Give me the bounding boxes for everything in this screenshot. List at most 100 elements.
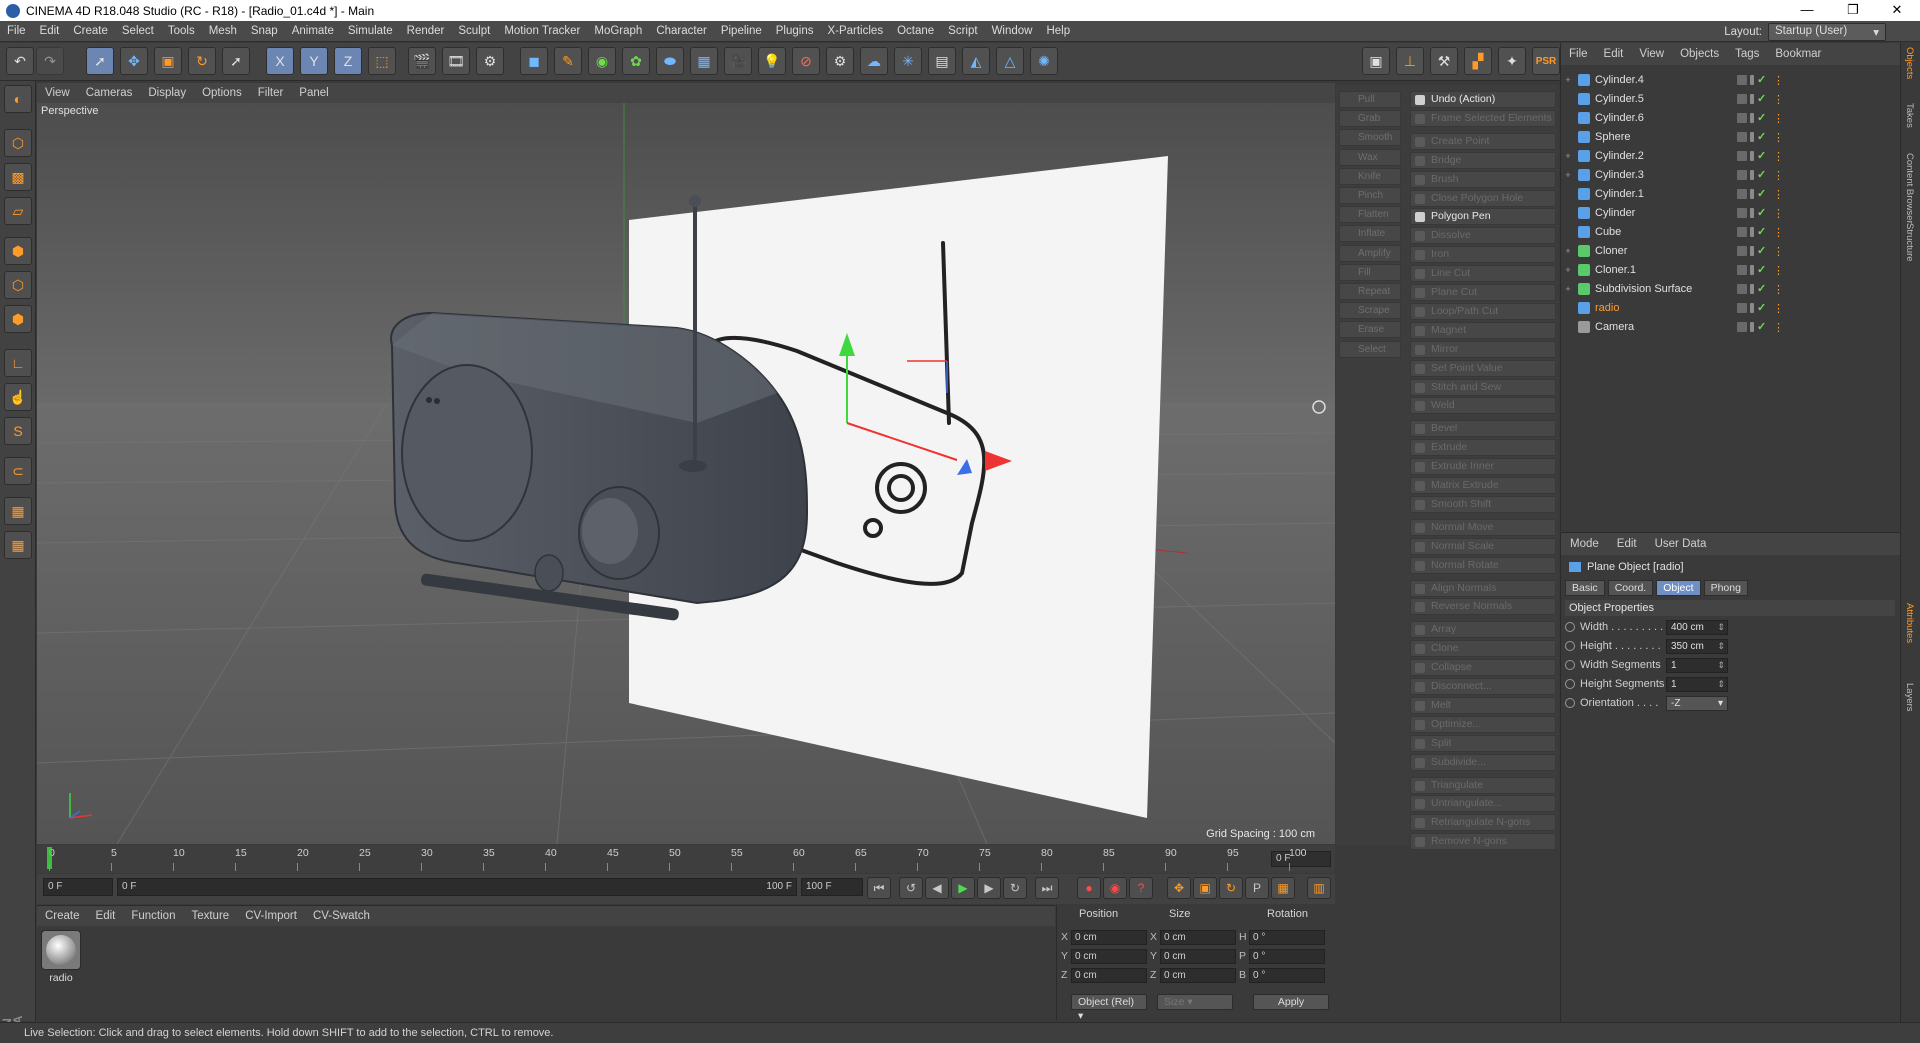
visibility-toggles[interactable]: ✓ (1737, 283, 1766, 294)
object-row-cylinder-5[interactable]: Cylinder.5 ✓ ⋮ (1561, 89, 1901, 108)
object-row-camera[interactable]: Camera ✓ ⋮ (1561, 317, 1901, 336)
texture-mode-icon[interactable]: ▩ (4, 163, 32, 191)
phong-tag-icon[interactable]: ⋮ (1773, 226, 1785, 239)
object-row-cylinder-4[interactable]: + Cylinder.4 ✓ ⋮ (1561, 70, 1901, 89)
phong-tag-icon[interactable]: ⋮ (1773, 283, 1785, 296)
command-retriangulate-n-gons[interactable]: Retriangulate N-gons (1410, 814, 1556, 832)
frame-range-slider[interactable]: 0 F 100 F (117, 878, 797, 896)
object-name[interactable]: Cylinder.1 (1595, 188, 1733, 200)
object-name[interactable]: Cylinder.2 (1595, 150, 1733, 162)
start-frame-field[interactable]: 0 F (43, 878, 113, 896)
position-field[interactable]: 0 cm (1071, 948, 1147, 964)
phong-tag-icon[interactable]: ⋮ (1773, 112, 1785, 125)
solo-icon[interactable]: S (4, 417, 32, 445)
render-view-icon[interactable]: 🎬 (408, 47, 436, 75)
sculpt-icon[interactable]: ⊘ (792, 47, 820, 75)
enabled-check-icon[interactable]: ✓ (1757, 169, 1766, 180)
object-menu-tags[interactable]: Tags (1727, 48, 1767, 60)
expand-icon[interactable]: + (1561, 246, 1575, 256)
animate-toggle-icon[interactable] (1565, 660, 1575, 670)
property-field[interactable]: 1 (1666, 676, 1728, 692)
phong-tag-icon[interactable]: ⋮ (1773, 188, 1785, 201)
position-field[interactable]: 0 cm (1071, 929, 1147, 945)
z-axis-lock-icon[interactable]: Z (334, 47, 362, 75)
visibility-dots-icon[interactable] (1750, 93, 1754, 104)
command-normal-scale[interactable]: Normal Scale (1410, 537, 1556, 555)
object-row-sphere[interactable]: Sphere ✓ ⋮ (1561, 127, 1901, 146)
command-extrude[interactable]: Extrude (1410, 439, 1556, 457)
recent-tools-icon[interactable]: ➚ (222, 47, 250, 75)
material-menu-texture[interactable]: Texture (183, 910, 237, 922)
lock-workplane-icon[interactable]: ▦ (4, 497, 32, 525)
animate-toggle-icon[interactable] (1565, 622, 1575, 632)
expand-icon[interactable]: + (1561, 284, 1575, 294)
menu-file[interactable]: File (0, 25, 33, 37)
visibility-dots-icon[interactable] (1750, 226, 1754, 237)
object-name[interactable]: Cylinder.6 (1595, 112, 1733, 124)
command-triangulate[interactable]: Triangulate (1410, 776, 1556, 794)
command-weld[interactable]: Weld (1410, 397, 1556, 415)
key-parameter-icon[interactable]: P (1245, 877, 1269, 899)
command-knife[interactable]: Knife (1339, 167, 1401, 185)
tab-object[interactable]: Object (1656, 580, 1701, 596)
menu-select[interactable]: Select (115, 25, 161, 37)
keyframe-selection-icon[interactable]: ? (1129, 877, 1153, 899)
command-array[interactable]: Array (1410, 621, 1556, 639)
visibility-toggles[interactable]: ✓ (1737, 302, 1766, 313)
expand-icon[interactable]: + (1561, 75, 1575, 85)
visibility-dots-icon[interactable] (1750, 207, 1754, 218)
subdivision-surface-icon[interactable]: ◉ (588, 47, 616, 75)
grid-icon[interactable]: ▤ (928, 47, 956, 75)
material-menu-function[interactable]: Function (123, 910, 183, 922)
object-row-cloner[interactable]: + Cloner ✓ ⋮ (1561, 241, 1901, 260)
coordinate-mode-dropdown[interactable]: Object (Rel) ▾ (1071, 994, 1147, 1022)
menu-simulate[interactable]: Simulate (341, 25, 400, 37)
command-undo-action[interactable]: Undo (Action) (1410, 91, 1556, 108)
menu-script[interactable]: Script (941, 25, 984, 37)
rotation-field[interactable]: 0 ° (1249, 948, 1325, 964)
command-brush[interactable]: Brush (1410, 170, 1556, 188)
object-name[interactable]: Cylinder.3 (1595, 169, 1733, 181)
make-editable-icon[interactable]: ◐ (4, 85, 32, 113)
editor-camera-icon[interactable]: ▣ (1362, 47, 1390, 75)
animate-toggle-icon[interactable] (1565, 641, 1575, 651)
scale-tool-icon[interactable]: ▣ (154, 47, 182, 75)
phong-tag-icon[interactable]: ⋮ (1773, 131, 1785, 144)
enabled-check-icon[interactable]: ✓ (1757, 74, 1766, 85)
render-picture-viewer-icon[interactable]: 🎞 (442, 47, 470, 75)
axis-tool-icon[interactable]: ⚒ (1430, 47, 1458, 75)
menu-sculpt[interactable]: Sculpt (451, 25, 497, 37)
key-position-icon[interactable]: ✥ (1167, 877, 1191, 899)
phong-tag-icon[interactable]: ⋮ (1773, 150, 1785, 163)
command-bridge[interactable]: Bridge (1410, 151, 1556, 169)
object-menu-view[interactable]: View (1631, 48, 1672, 60)
command-erase[interactable]: Erase (1339, 321, 1401, 339)
close-button[interactable]: ✕ (1874, 0, 1920, 21)
object-row-cylinder-6[interactable]: Cylinder.6 ✓ ⋮ (1561, 108, 1901, 127)
menu-animate[interactable]: Animate (285, 25, 341, 37)
object-name[interactable]: Subdivision Surface (1595, 283, 1733, 295)
visibility-toggles[interactable]: ✓ (1737, 93, 1766, 104)
x-axis-lock-icon[interactable]: X (266, 47, 294, 75)
command-loop-path-cut[interactable]: Loop/Path Cut (1410, 302, 1556, 320)
cube-primitive-icon[interactable]: ◼ (520, 47, 548, 75)
command-scrape[interactable]: Scrape (1339, 302, 1401, 320)
visibility-toggles[interactable]: ✓ (1737, 74, 1766, 85)
tab-basic[interactable]: Basic (1565, 580, 1605, 596)
burst-icon[interactable]: ✺ (1030, 47, 1058, 75)
command-normal-rotate[interactable]: Normal Rotate (1410, 556, 1556, 574)
command-repeat[interactable]: Repeat (1339, 283, 1401, 300)
tab-coord[interactable]: Coord. (1607, 580, 1654, 596)
expand-icon[interactable]: + (1561, 170, 1575, 180)
command-align-normals[interactable]: Align Normals (1410, 579, 1556, 597)
visibility-dots-icon[interactable] (1750, 169, 1754, 180)
workplane-icon[interactable]: ▞ (1464, 47, 1492, 75)
floor-icon[interactable]: ▦ (690, 47, 718, 75)
coordinate-system-icon[interactable]: ⬚ (368, 47, 396, 75)
command-amplify[interactable]: Amplify (1339, 244, 1401, 262)
timeline-playhead[interactable] (47, 847, 52, 869)
command-subdivide[interactable]: Subdivide... (1410, 753, 1556, 771)
object-menu-edit[interactable]: Edit (1596, 48, 1632, 60)
rotation-field[interactable]: 0 ° (1249, 929, 1325, 945)
object-row-subdivision-surface[interactable]: + Subdivision Surface ✓ ⋮ (1561, 279, 1901, 298)
